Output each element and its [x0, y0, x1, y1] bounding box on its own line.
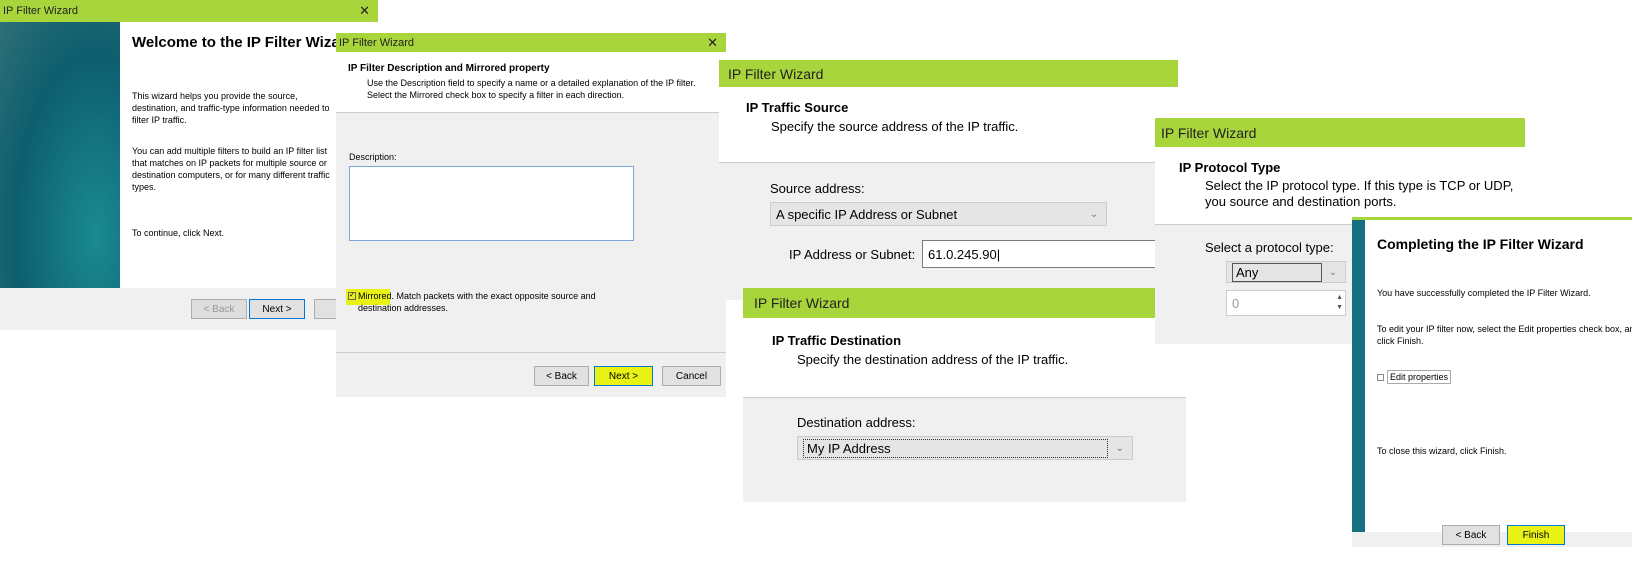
- selected-value: Any: [1232, 262, 1322, 282]
- selected-value: A specific IP Address or Subnet: [776, 206, 958, 222]
- header: IP Traffic Destination Specify the desti…: [743, 318, 1186, 398]
- close-icon[interactable]: ✕: [707, 35, 718, 51]
- title-bar: IP Filter Wizard ✕: [336, 33, 726, 52]
- completion-window: Completing the IP Filter Wizard You have…: [1352, 217, 1632, 547]
- header: IP Traffic Source Specify the source add…: [719, 87, 1178, 163]
- heading: IP Traffic Source: [746, 100, 849, 115]
- close-text: To close this wizard, click Finish.: [1377, 446, 1507, 456]
- spinner-arrows-icon[interactable]: ▲ ▼: [1336, 293, 1343, 313]
- checkbox[interactable]: ✓: [348, 292, 356, 300]
- protocol-dropdown[interactable]: Any ⌄: [1226, 261, 1346, 283]
- ip-label: IP Address or Subnet:: [789, 247, 916, 262]
- subtitle: Select the Mirrored check box to specify…: [367, 90, 625, 100]
- subtitle: Use the Description field to specify a n…: [367, 78, 696, 88]
- chevron-down-icon: ⌄: [1115, 442, 1124, 454]
- protocol-label: Select a protocol type:: [1205, 240, 1334, 255]
- intro-text: This wizard helps you provide the source…: [132, 91, 330, 125]
- ip-value: 61.0.245.90: [928, 246, 997, 262]
- wizard-banner: [0, 22, 120, 288]
- title-bar: IP Filter Wizard: [1155, 118, 1525, 147]
- header: IP Filter Description and Mirrored prope…: [336, 52, 726, 113]
- chevron-down-icon: ⌄: [1328, 266, 1337, 278]
- content: Completing the IP Filter Wizard You have…: [1365, 220, 1632, 532]
- subtitle: Specify the destination address of the I…: [797, 352, 1069, 367]
- finish-button[interactable]: Finish: [1507, 525, 1565, 545]
- title: IP Filter Wizard: [339, 36, 414, 49]
- source-window: IP Filter Wizard IP Traffic Source Speci…: [719, 60, 1178, 300]
- title-bar: IP Filter Wizard ✕: [0, 0, 378, 22]
- title: IP Filter Wizard: [754, 295, 850, 311]
- ip-address-input[interactable]: 61.0.245.90 |: [922, 240, 1178, 268]
- title-bar: IP Filter Wizard: [743, 288, 1186, 318]
- title: IP Filter Wizard: [728, 65, 824, 82]
- title-bar: IP Filter Wizard: [719, 60, 1178, 87]
- back-button[interactable]: < Back: [191, 299, 247, 319]
- title: IP Filter Wizard: [3, 5, 78, 17]
- cancel-button[interactable]: Cancel: [662, 366, 721, 386]
- subtitle: Specify the source address of the IP tra…: [771, 119, 1019, 134]
- wizard-banner: [1352, 220, 1365, 532]
- close-icon[interactable]: ✕: [359, 3, 370, 19]
- heading: Completing the IP Filter Wizard: [1377, 236, 1584, 252]
- filters-text: You can add multiple filters to build an…: [132, 146, 330, 192]
- mirrored-description: Match packets with the exact opposite so…: [358, 291, 596, 313]
- next-button[interactable]: Next >: [249, 299, 305, 319]
- heading: IP Traffic Destination: [772, 333, 902, 348]
- description-window: IP Filter Wizard ✕ IP Filter Description …: [336, 33, 726, 397]
- edit-label: Edit properties: [1387, 370, 1452, 384]
- selected-value: My IP Address: [803, 438, 1108, 458]
- source-address-dropdown[interactable]: A specific IP Address or Subnet ⌄: [770, 202, 1107, 226]
- chevron-down-icon: ⌄: [1089, 208, 1098, 220]
- edit-text: To edit your IP filter now, select the E…: [1377, 324, 1632, 346]
- edit-properties-checkbox[interactable]: Edit properties: [1377, 370, 1452, 384]
- welcome-window: IP Filter Wizard ✕ Welcome to the IP Filt…: [0, 0, 378, 330]
- port-spinner[interactable]: 0 ▲ ▼: [1226, 290, 1346, 316]
- destination-window: IP Filter Wizard IP Traffic Destination …: [743, 288, 1186, 502]
- continue-text: To continue, click Next.: [132, 228, 225, 238]
- subtitle: Select the IP protocol type. If this typ…: [1205, 178, 1514, 209]
- heading: IP Protocol Type: [1179, 160, 1281, 175]
- divider: [336, 352, 726, 353]
- description-input[interactable]: [349, 166, 634, 241]
- mirrored-label: Mirrored.: [358, 291, 395, 301]
- success-text: You have successfully completed the IP F…: [1377, 288, 1591, 298]
- back-button[interactable]: < Back: [1442, 525, 1500, 545]
- destination-address-dropdown[interactable]: My IP Address ⌄: [797, 436, 1133, 460]
- header: IP Protocol Type Select the IP protocol …: [1155, 147, 1525, 225]
- checkbox[interactable]: [1377, 373, 1384, 381]
- heading: Welcome to the IP Filter Wizard: [132, 34, 355, 51]
- port-value: 0: [1232, 295, 1240, 311]
- mirrored-text: Mirrored. Match packets with the exact o…: [358, 290, 638, 314]
- destination-label: Destination address:: [797, 415, 916, 430]
- source-label: Source address:: [770, 181, 865, 196]
- heading: IP Filter Description and Mirrored prope…: [348, 63, 550, 74]
- description-label: Description:: [349, 152, 397, 162]
- next-button[interactable]: Next >: [594, 366, 653, 386]
- back-button[interactable]: < Back: [534, 366, 589, 386]
- title: IP Filter Wizard: [1161, 124, 1257, 141]
